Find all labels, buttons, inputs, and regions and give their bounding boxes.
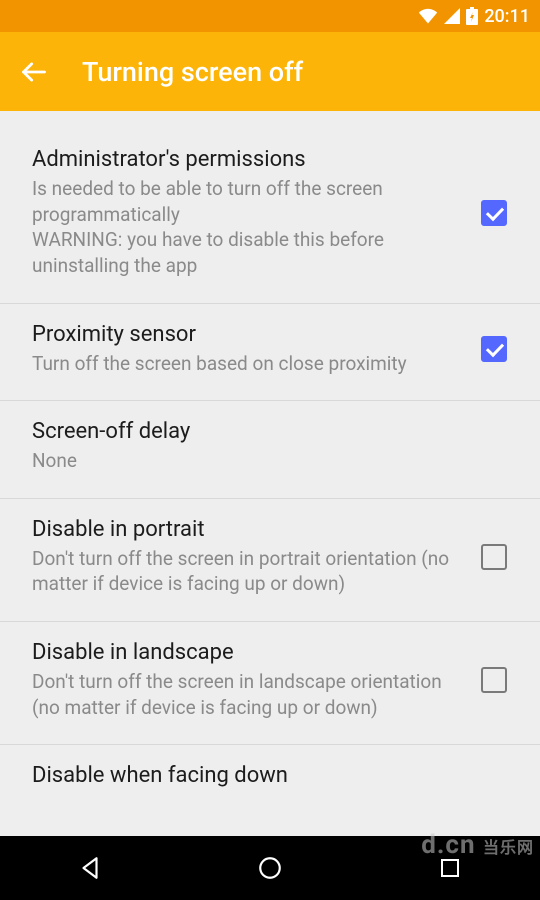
setting-disable-landscape[interactable]: Disable in landscape Don't turn off the … xyxy=(0,628,540,738)
wifi-icon xyxy=(418,8,438,24)
navigation-bar xyxy=(0,836,540,900)
divider xyxy=(0,621,540,622)
setting-title: Disable in landscape xyxy=(32,640,460,665)
divider xyxy=(0,744,540,745)
divider xyxy=(0,400,540,401)
status-time: 20:11 xyxy=(484,6,530,27)
checkbox-icon[interactable] xyxy=(481,544,507,570)
setting-desc: None xyxy=(32,448,460,474)
setting-proximity-sensor[interactable]: Proximity sensor Turn off the screen bas… xyxy=(0,310,540,395)
setting-desc: Turn off the screen based on close proxi… xyxy=(32,351,460,377)
nav-back-button[interactable] xyxy=(45,855,135,881)
nav-home-button[interactable] xyxy=(225,855,315,881)
setting-title: Disable in portrait xyxy=(32,517,460,542)
checkbox-icon[interactable] xyxy=(481,667,507,693)
battery-icon xyxy=(466,7,478,25)
screen: 20:11 Turning screen off Administrator's… xyxy=(0,0,540,900)
setting-desc: Don't turn off the screen in portrait or… xyxy=(32,546,460,597)
divider xyxy=(0,498,540,499)
page-title: Turning screen off xyxy=(82,56,303,88)
nav-recent-button[interactable] xyxy=(405,856,495,880)
setting-disable-facing-down[interactable]: Disable when facing down xyxy=(0,751,540,792)
cell-signal-icon xyxy=(444,8,460,24)
status-bar: 20:11 xyxy=(0,0,540,32)
setting-disable-portrait[interactable]: Disable in portrait Don't turn off the s… xyxy=(0,505,540,615)
checkbox-icon[interactable] xyxy=(481,200,507,226)
setting-title: Administrator's permissions xyxy=(32,147,460,172)
setting-desc: Is needed to be able to turn off the scr… xyxy=(32,176,460,279)
setting-admin-permissions[interactable]: Administrator's permissions Is needed to… xyxy=(0,135,540,297)
settings-list[interactable]: Administrator's permissions Is needed to… xyxy=(0,111,540,836)
setting-title: Screen-off delay xyxy=(32,419,460,444)
back-arrow-icon[interactable] xyxy=(20,58,48,86)
setting-title: Proximity sensor xyxy=(32,322,460,347)
setting-screen-off-delay[interactable]: Screen-off delay None xyxy=(0,407,540,492)
checkbox-icon[interactable] xyxy=(481,336,507,362)
divider xyxy=(0,303,540,304)
app-bar: Turning screen off xyxy=(0,32,540,111)
setting-title: Disable when facing down xyxy=(32,763,460,788)
setting-desc: Don't turn off the screen in landscape o… xyxy=(32,669,460,720)
